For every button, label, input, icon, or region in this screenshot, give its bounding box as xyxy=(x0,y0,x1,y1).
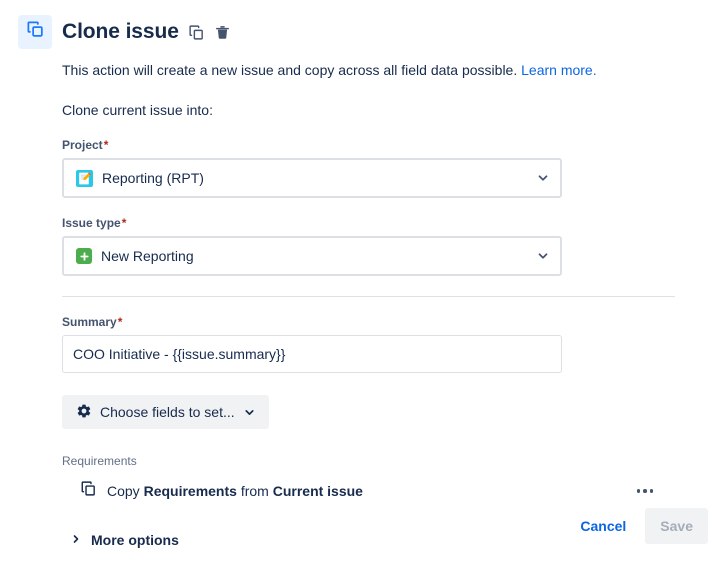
rule-bold-second: Current issue xyxy=(272,483,363,499)
rule-bold-first: Requirements xyxy=(143,483,237,499)
action-description: This action will create a new issue and … xyxy=(62,60,726,80)
panel-header: Clone issue xyxy=(0,0,726,50)
trash-icon[interactable] xyxy=(214,24,231,41)
learn-more-link[interactable]: Learn more. xyxy=(521,62,596,78)
summary-input[interactable] xyxy=(62,335,562,373)
ellipsis-dot xyxy=(636,489,640,493)
panel-footer: Cancel Save xyxy=(571,508,708,544)
project-value-text: Reporting (RPT) xyxy=(102,170,204,186)
clone-issue-panel: Clone issue This action will create a ne… xyxy=(0,0,726,587)
more-options-label: More options xyxy=(91,532,179,548)
project-reporting-icon xyxy=(76,169,93,187)
chevron-down-icon[interactable] xyxy=(536,171,550,185)
issue-type-select-value: New Reporting xyxy=(76,246,536,266)
issue-type-label-text: Issue type xyxy=(62,216,121,230)
chevron-down-icon xyxy=(243,406,256,419)
summary-label: Summary* xyxy=(62,314,726,330)
chevron-right-icon xyxy=(70,530,82,550)
ellipsis-dot xyxy=(643,489,647,493)
issue-type-label: Issue type* xyxy=(62,215,726,231)
summary-field-block: Summary* xyxy=(62,314,726,373)
clone-issue-badge xyxy=(18,15,52,49)
copy-icon xyxy=(26,20,45,44)
chevron-down-icon[interactable] xyxy=(536,249,550,263)
plus-square-icon xyxy=(76,248,92,264)
issue-type-select[interactable]: New Reporting xyxy=(62,236,562,276)
section-divider xyxy=(62,296,675,297)
choose-fields-label: Choose fields to set... xyxy=(100,404,235,420)
more-options-toggle[interactable]: More options xyxy=(70,530,179,550)
project-required-marker: * xyxy=(103,138,109,152)
ellipsis-dot xyxy=(649,489,653,493)
rule-middle: from xyxy=(236,483,273,499)
save-button[interactable]: Save xyxy=(645,508,708,544)
clone-target-subheading: Clone current issue into: xyxy=(62,102,213,118)
requirements-rule-text: Copy Requirements from Current issue xyxy=(107,481,633,501)
requirements-rule-row[interactable]: Copy Requirements from Current issue xyxy=(62,480,657,502)
project-field-block: Project* Reporting (RPT) xyxy=(62,137,726,198)
gear-icon xyxy=(76,403,92,422)
title-row: Clone issue xyxy=(62,19,231,45)
project-select[interactable]: Reporting (RPT) xyxy=(62,158,562,198)
duplicate-icon[interactable] xyxy=(188,24,205,41)
requirements-section-label: Requirements xyxy=(62,454,137,468)
page-title: Clone issue xyxy=(62,20,179,43)
choose-fields-button[interactable]: Choose fields to set... xyxy=(62,395,269,429)
copy-icon xyxy=(80,480,97,502)
rule-prefix: Copy xyxy=(107,483,144,499)
project-label-text: Project xyxy=(62,138,103,152)
project-label: Project* xyxy=(62,137,726,153)
issue-type-field-block: Issue type* New Reporting xyxy=(62,215,726,276)
cancel-button[interactable]: Cancel xyxy=(571,509,635,543)
panel-body: This action will create a new issue and … xyxy=(0,60,726,550)
description-text: This action will create a new issue and … xyxy=(62,62,518,78)
issue-type-value-text: New Reporting xyxy=(101,248,194,264)
summary-required-marker: * xyxy=(117,315,123,329)
summary-label-text: Summary xyxy=(62,315,117,329)
issue-type-required-marker: * xyxy=(121,216,127,230)
ellipsis-icon[interactable] xyxy=(633,485,658,497)
project-select-value: Reporting (RPT) xyxy=(76,168,536,188)
